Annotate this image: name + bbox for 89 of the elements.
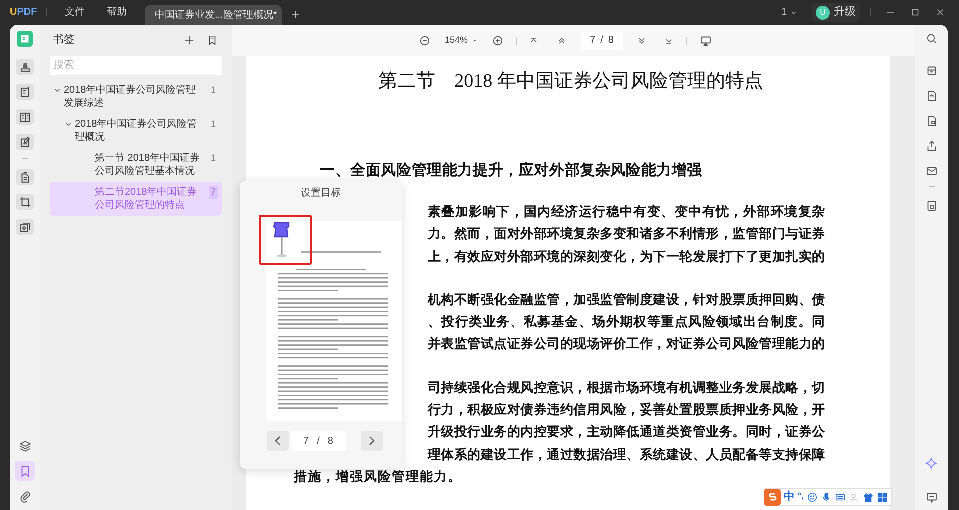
emoji-icon[interactable]	[807, 492, 818, 502]
keyboard-icon[interactable]	[835, 492, 846, 502]
zoom-out-icon[interactable]	[419, 34, 431, 46]
paragraph-line: 力。然而，面对外部环境复杂多变和诸多不利情形，监管部门与证券	[428, 225, 825, 244]
bookmark-title: 第一节 2018年中国证券公司风险管理基本情况	[95, 152, 202, 178]
comment-icon[interactable]	[926, 492, 938, 504]
bookmark-item[interactable]: 2018年中国证券公司风险管理概况 1	[50, 114, 222, 148]
bookmark-title: 2018年中国证券公司风险管理发展综述	[64, 84, 198, 110]
paragraph-line: 措施，增强风险管理能力。	[294, 468, 462, 486]
paragraph-line: 机构不断强化金融监管，加强监管制度建设，针对股票质押回购、债	[428, 290, 825, 309]
section-heading: 一、全面风险管理能力提升，应对外部复杂风险能力增强	[320, 161, 702, 181]
shirt-icon[interactable]	[863, 492, 874, 502]
paragraph-line: 行力，积极应对债券违约信用风险，妥善处置股票质押业务风险，开	[428, 401, 825, 420]
paragraph-line: 司持续强化合规风控意识，根据市场环境有机调整业务发展战略，切	[428, 378, 825, 397]
share-icon[interactable]	[926, 140, 938, 152]
first-page-icon[interactable]	[529, 36, 540, 46]
copy-icon	[18, 220, 32, 234]
paragraph-line: 、投行类业务、私募基金、场外期权等重点风险领域出台制度。同	[428, 313, 825, 332]
save-icon[interactable]	[926, 200, 938, 212]
sidebar-title: 书签	[53, 33, 76, 48]
input-mode-toggle[interactable]: 中	[784, 488, 795, 506]
edit-text-icon	[18, 86, 32, 98]
caret-icon	[472, 38, 478, 44]
search-icon[interactable]	[926, 33, 938, 45]
tool-button[interactable]	[16, 84, 34, 100]
search-field[interactable]: 搜索	[50, 56, 222, 75]
punctuation-toggle[interactable]: °,	[798, 490, 804, 504]
popup-title: 设置目标	[301, 187, 341, 201]
add-tab-icon[interactable]	[290, 9, 301, 20]
convert-file-icon[interactable]	[926, 90, 938, 102]
app-logo: UPDF	[10, 6, 38, 20]
document-heading: 第二节 2018 年中国证券公司风险管理的特点	[378, 70, 764, 94]
sparkle-icon[interactable]	[925, 457, 938, 470]
paragraph-line: 素叠加影响下，国内经济运行稳中有变、变中有忧，外部环境复杂	[428, 203, 825, 221]
chevron-left-icon[interactable]	[267, 431, 289, 451]
tool-button[interactable]	[16, 134, 34, 150]
crop-icon	[18, 196, 32, 208]
two-page-icon	[18, 110, 32, 124]
highlighter-icon	[18, 60, 32, 74]
zoom-in-icon[interactable]	[492, 34, 504, 46]
add-icon[interactable]	[184, 35, 195, 46]
paragraph-line: 升级投行业务的内控要求，主动降低通道类资管业务。同时，证券公	[428, 423, 825, 442]
ocr-icon[interactable]	[926, 65, 938, 77]
menu-item[interactable]: 帮助	[107, 0, 127, 25]
edit-pdf-icon	[18, 136, 32, 148]
avatar: U	[816, 6, 830, 20]
paragraph-line: 上，有效应对外部环境的深刻变化，为下一轮发展打下了更加扎实的	[428, 248, 825, 266]
close-icon[interactable]	[935, 7, 946, 18]
tool-button[interactable]	[16, 169, 34, 185]
page-number: 1	[210, 118, 217, 131]
bookmark-button[interactable]	[15, 461, 35, 481]
paragraph-line: 并表监管试点证券公司的现场评价工作，对证券公司风险管理能力的	[428, 335, 825, 354]
tool-button[interactable]	[16, 194, 34, 210]
bookmark-icon[interactable]	[207, 35, 218, 46]
protect-file-icon[interactable]	[926, 115, 938, 127]
page-count: 1	[781, 6, 787, 20]
notebook-icon	[19, 33, 31, 45]
zoom-level: 154%	[445, 34, 468, 47]
target-marker[interactable]	[259, 215, 312, 265]
upgrade-button[interactable]: U 升级	[812, 3, 860, 22]
paperclip-icon	[18, 490, 32, 502]
page-number-field[interactable]: 7 / 8	[581, 32, 624, 50]
maximize-icon[interactable]	[910, 7, 921, 18]
tab-title: 中国证券业发...险管理概况*	[155, 8, 278, 22]
microphone-icon[interactable]	[821, 492, 832, 502]
zoom-dropdown[interactable]: 154%	[445, 34, 478, 48]
bookmark-item[interactable]: 2018年中国证券公司风险管理发展综述 1	[50, 80, 222, 114]
menu-item[interactable]: 文件	[65, 0, 85, 25]
page-number: 7	[208, 186, 218, 199]
bookmark-title: 第二节2018年中国证券公司风险管理的特点	[95, 186, 198, 212]
page-number: 1	[210, 152, 217, 165]
upgrade-label: 升级	[834, 5, 856, 20]
page-number-field[interactable]: 7 / 8	[291, 431, 346, 451]
tool-button[interactable]	[16, 59, 34, 75]
layers-icon	[18, 440, 32, 452]
grid-icon[interactable]	[877, 492, 888, 502]
page-number: 1	[210, 84, 217, 97]
tool-button[interactable]	[16, 219, 34, 235]
mail-icon[interactable]	[926, 165, 938, 177]
next-page-icon[interactable]	[637, 36, 648, 46]
tool-button[interactable]	[16, 109, 34, 125]
chevron-right-icon[interactable]	[361, 431, 383, 451]
page-count-dropdown[interactable]: 1	[781, 0, 798, 25]
document-tab[interactable]: 中国证券业发...险管理概况*	[145, 5, 282, 25]
presentation-icon[interactable]	[700, 34, 712, 46]
bookmark-title: 2018年中国证券公司风险管理概况	[75, 118, 198, 144]
paragraph-line: 理体系的建设工作，通过数据治理、系统建设、人员配备等支持保障	[428, 446, 825, 464]
previous-page-icon[interactable]	[557, 36, 568, 46]
bookmark-item[interactable]: 第一节 2018年中国证券公司风险管理基本情况 1	[50, 148, 222, 182]
